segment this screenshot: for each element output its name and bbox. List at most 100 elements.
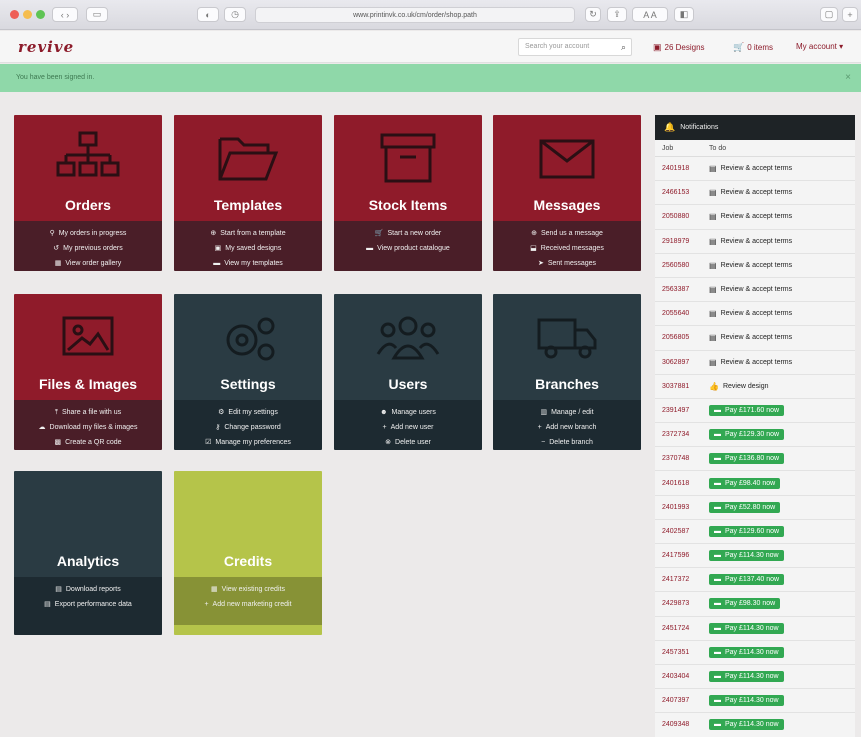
review-terms-link[interactable]: ▤ Review & accept terms bbox=[709, 333, 792, 342]
close-icon[interactable]: × bbox=[845, 72, 851, 83]
text-size-buttons[interactable]: A A bbox=[632, 7, 668, 22]
job-number-link[interactable]: 2372734 bbox=[655, 431, 709, 438]
job-number-link[interactable]: 2403404 bbox=[655, 673, 709, 680]
job-number-link[interactable]: 3062897 bbox=[655, 359, 709, 366]
link-saved-designs[interactable]: ▣ My saved designs bbox=[174, 241, 322, 256]
my-account-dropdown[interactable]: My account ▾ bbox=[796, 42, 843, 51]
link-view-credits[interactable]: ▦ View existing credits bbox=[174, 582, 322, 597]
close-window-button[interactable] bbox=[10, 10, 19, 19]
review-terms-link[interactable]: ▤ Review & accept terms bbox=[709, 188, 792, 197]
link-manage-users[interactable]: ☻ Manage users bbox=[334, 405, 482, 420]
review-terms-link[interactable]: ▤ Review & accept terms bbox=[709, 309, 792, 318]
tile-stock-items[interactable]: Stock Items 🛒 Start a new order ▬ View pro… bbox=[334, 115, 482, 271]
link-order-gallery[interactable]: ▦ View order gallery bbox=[14, 256, 162, 271]
account-search-input[interactable]: Search your account ⌕ bbox=[518, 38, 632, 56]
search-icon[interactable]: ⌕ bbox=[621, 42, 626, 53]
job-number-link[interactable]: 2429873 bbox=[655, 600, 709, 607]
pay-now-button[interactable]: ▬ Pay £136.80 now bbox=[709, 453, 785, 465]
review-terms-link[interactable]: ▤ Review & accept terms bbox=[709, 237, 792, 246]
pay-now-button[interactable]: ▬ Pay £114.30 now bbox=[709, 695, 784, 707]
job-number-link[interactable]: 2417596 bbox=[655, 552, 709, 559]
link-received-messages[interactable]: ⬓ Received messages bbox=[493, 241, 641, 256]
job-number-link[interactable]: 2407397 bbox=[655, 697, 709, 704]
pay-now-button[interactable]: ▬ Pay £171.60 now bbox=[709, 404, 785, 416]
review-design-link[interactable]: 👍 Review design bbox=[709, 382, 769, 391]
link-share-file[interactable]: ⤒ Share a file with us bbox=[14, 405, 162, 420]
job-number-link[interactable]: 2560580 bbox=[655, 262, 709, 269]
link-start-from-template[interactable]: ⊕ Start from a template bbox=[174, 226, 322, 241]
job-number-link[interactable]: 2918979 bbox=[655, 238, 709, 245]
pay-now-button[interactable]: ▬ Pay £98.30 now bbox=[709, 598, 781, 610]
pay-now-button[interactable]: ▬ Pay £129.60 now bbox=[709, 525, 785, 537]
tile-messages[interactable]: Messages ⊕ Send us a message ⬓ Received me… bbox=[493, 115, 641, 271]
extension-icon[interactable]: ◧ bbox=[674, 7, 694, 22]
link-add-user[interactable]: + Add new user bbox=[334, 420, 482, 435]
job-number-link[interactable]: 2370748 bbox=[655, 455, 709, 462]
link-manage-preferences[interactable]: ☑ Manage my preferences bbox=[174, 435, 322, 450]
review-terms-link[interactable]: ▤ Review & accept terms bbox=[709, 164, 792, 173]
pay-now-button[interactable]: ▬ Pay £114.30 now bbox=[709, 671, 784, 683]
job-number-link[interactable]: 2401918 bbox=[655, 165, 709, 172]
address-bar[interactable]: www.printinvk.co.uk/cm/order/shop.path bbox=[255, 7, 575, 23]
job-number-link[interactable]: 2466153 bbox=[655, 189, 709, 196]
link-manage-branch[interactable]: ▥ Manage / edit bbox=[493, 405, 641, 420]
job-number-link[interactable]: 2417372 bbox=[655, 576, 709, 583]
reload-icon[interactable]: ↻ bbox=[585, 7, 601, 22]
link-orders-in-progress[interactable]: ⚲ My orders in progress bbox=[14, 226, 162, 241]
back-forward-buttons[interactable]: ‹ › bbox=[52, 7, 78, 22]
tile-settings[interactable]: Settings ⚙ Edit my settings ⚷ Change passw… bbox=[174, 294, 322, 450]
job-number-link[interactable]: 3037881 bbox=[655, 383, 709, 390]
new-tab-icon[interactable]: + bbox=[842, 7, 858, 22]
link-previous-orders[interactable]: ↺ My previous orders bbox=[14, 241, 162, 256]
zoom-window-button[interactable] bbox=[36, 10, 45, 19]
minimize-window-button[interactable] bbox=[23, 10, 32, 19]
pay-now-button[interactable]: ▬ Pay £137.40 now bbox=[709, 574, 785, 586]
pay-now-button[interactable]: ▬ Pay £98.40 now bbox=[709, 477, 781, 489]
tile-users[interactable]: Users ☻ Manage users + Add new user ⊗ Delet… bbox=[334, 294, 482, 450]
tile-templates[interactable]: Templates ⊕ Start from a template ▣ My sav… bbox=[174, 115, 322, 271]
link-export-performance[interactable]: ▤ Export performance data bbox=[14, 597, 162, 612]
timer-icon[interactable]: ◷ bbox=[224, 7, 246, 22]
link-download-reports[interactable]: ▤ Download reports bbox=[14, 582, 162, 597]
job-number-link[interactable]: 2050880 bbox=[655, 213, 709, 220]
link-new-order[interactable]: 🛒 Start a new order bbox=[334, 226, 482, 241]
job-number-link[interactable]: 2401993 bbox=[655, 504, 709, 511]
tile-branches[interactable]: Branches ▥ Manage / edit + Add new branch … bbox=[493, 294, 641, 450]
pay-now-button[interactable]: ▬ Pay £114.30 now bbox=[709, 646, 784, 658]
privacy-icon[interactable]: ◐ bbox=[197, 7, 219, 22]
link-sent-messages[interactable]: ➤ Sent messages bbox=[493, 256, 641, 271]
review-terms-link[interactable]: ▤ Review & accept terms bbox=[709, 285, 792, 294]
pay-now-button[interactable]: ▬ Pay £114.30 now bbox=[709, 719, 784, 731]
job-number-link[interactable]: 2457351 bbox=[655, 649, 709, 656]
job-number-link[interactable]: 2402587 bbox=[655, 528, 709, 535]
tile-files-images[interactable]: Files & Images ⤒ Share a file with us ☁ Do… bbox=[14, 294, 162, 450]
job-number-link[interactable]: 2391497 bbox=[655, 407, 709, 414]
designs-link[interactable]: ▣ 26 Designs bbox=[653, 42, 705, 53]
link-send-message[interactable]: ⊕ Send us a message bbox=[493, 226, 641, 241]
tabs-overview-icon[interactable]: ▢ bbox=[820, 7, 838, 22]
job-number-link[interactable]: 2056805 bbox=[655, 334, 709, 341]
link-add-credit[interactable]: + Add new marketing credit bbox=[174, 597, 322, 612]
link-change-password[interactable]: ⚷ Change password bbox=[174, 420, 322, 435]
pay-now-button[interactable]: ▬ Pay £114.30 now bbox=[709, 622, 784, 634]
review-terms-link[interactable]: ▤ Review & accept terms bbox=[709, 212, 792, 221]
link-delete-user[interactable]: ⊗ Delete user bbox=[334, 435, 482, 450]
link-add-branch[interactable]: + Add new branch bbox=[493, 420, 641, 435]
pay-now-button[interactable]: ▬ Pay £114.30 now bbox=[709, 550, 784, 562]
review-terms-link[interactable]: ▤ Review & accept terms bbox=[709, 261, 792, 270]
link-delete-branch[interactable]: − Delete branch bbox=[493, 435, 641, 450]
sidebar-icon[interactable]: ▭ bbox=[86, 7, 108, 22]
tile-credits[interactable]: Credits ▦ View existing credits + Add new … bbox=[174, 471, 322, 635]
job-number-link[interactable]: 2055640 bbox=[655, 310, 709, 317]
job-number-link[interactable]: 2451724 bbox=[655, 625, 709, 632]
brand-logo[interactable]: revive bbox=[18, 38, 74, 56]
share-icon[interactable]: ⇪ bbox=[607, 7, 627, 22]
pay-now-button[interactable]: ▬ Pay £129.30 now bbox=[709, 429, 785, 441]
job-number-link[interactable]: 2401618 bbox=[655, 480, 709, 487]
pay-now-button[interactable]: ▬ Pay £52.80 now bbox=[709, 501, 781, 513]
link-product-catalogue[interactable]: ▬ View product catalogue bbox=[334, 241, 482, 256]
tile-orders[interactable]: Orders ⚲ My orders in progress ↺ My previo… bbox=[14, 115, 162, 271]
link-download-files[interactable]: ☁ Download my files & images bbox=[14, 420, 162, 435]
link-create-qr[interactable]: ▩ Create a QR code bbox=[14, 435, 162, 450]
link-view-templates[interactable]: ▬ View my templates bbox=[174, 256, 322, 271]
